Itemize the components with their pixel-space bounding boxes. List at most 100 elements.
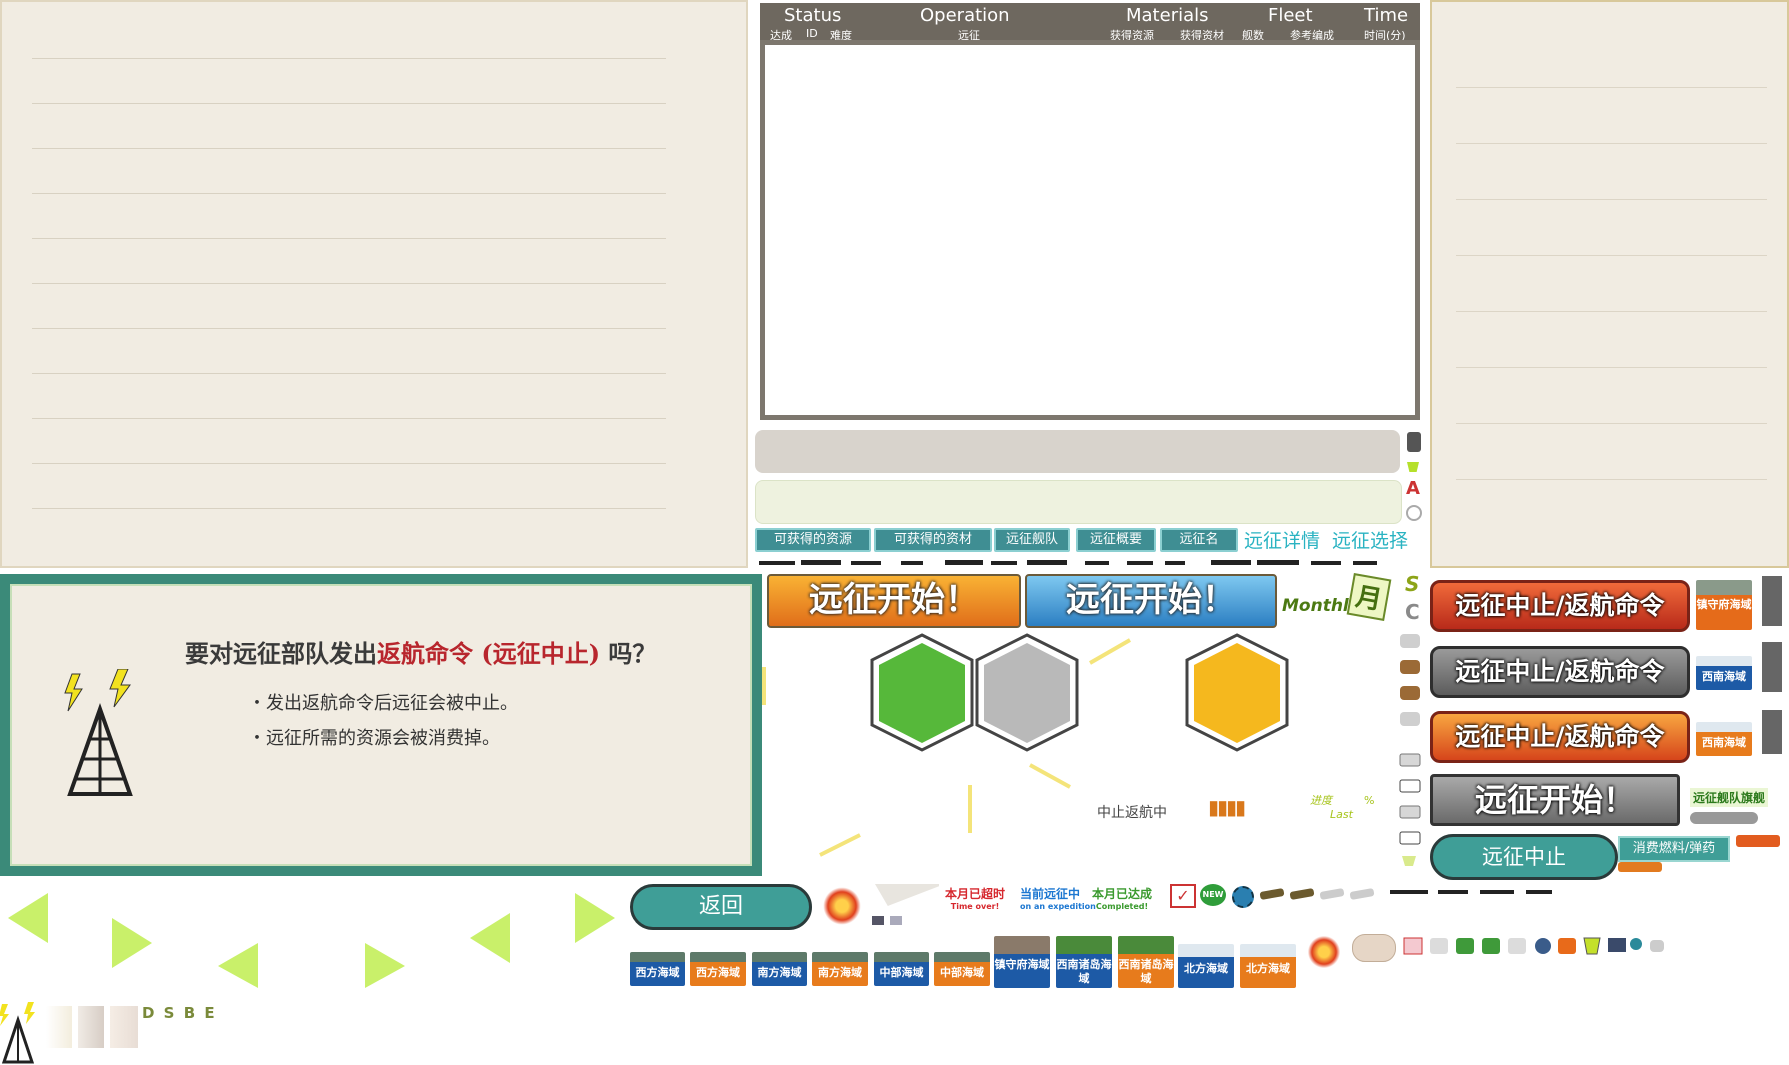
gradient-swatch-3 <box>110 1006 138 1048</box>
sea-tag-southwest-islands-active: 西南诸岛海域 <box>1118 936 1174 988</box>
sea-tag-south-active: 南方海域 <box>812 952 868 986</box>
arrow-right-icon <box>575 893 615 943</box>
sea-tag-north-active: 北方海域 <box>1240 944 1296 988</box>
detail-bar-bottom <box>755 480 1402 524</box>
header-materials: Materials <box>1126 5 1209 26</box>
link-expedition-select[interactable]: 远征选择 <box>1332 526 1408 553</box>
sea-tag-central: 中部海域 <box>874 952 929 986</box>
ammo-icons <box>1259 888 1375 900</box>
mini-window-icon <box>890 916 902 925</box>
link-expedition-details[interactable]: 远征详情 <box>1244 526 1320 553</box>
nav-arrows <box>8 893 615 988</box>
back-button[interactable]: 返回 <box>630 884 812 930</box>
dialog-line-1: ・发出返航命令后远征会被中止。 <box>248 693 518 714</box>
letter-a-icon: A <box>1406 478 1420 499</box>
explosion-icon <box>818 886 866 926</box>
returning-status-text: 中止返航中 <box>1097 805 1167 821</box>
tab-expedition-fleet[interactable]: 远征舰队 <box>994 528 1070 552</box>
badge-on-expedition: 当前远征中 on an expedition <box>1020 885 1096 911</box>
hex-orange-icon <box>1185 633 1289 752</box>
sea-tag-west: 西方海域 <box>630 952 685 986</box>
arrow-left-icon <box>218 943 258 988</box>
sea-tag-southwest-islands: 西南诸岛海域 <box>1056 936 1112 988</box>
right-paper-panel <box>1430 0 1789 568</box>
header-time: Time <box>1364 5 1409 26</box>
badge-time-over-sub: Time over! <box>950 902 1000 911</box>
gradient-swatch-1 <box>46 1006 72 1048</box>
right-sea-tag-2: 西南海域 <box>1696 722 1752 756</box>
expedition-list[interactable] <box>760 40 1420 420</box>
tab-expedition-summary[interactable]: 远征概要 <box>1076 528 1156 552</box>
badge-completed-sub: Completed! <box>1095 902 1149 911</box>
dialog-title-suffix: 吗？ <box>600 639 657 668</box>
letter-c-icon: C <box>1405 600 1420 624</box>
radio-tower-small-icon <box>0 1002 35 1064</box>
recall-button-gray[interactable]: 远征中止/返航命令 <box>1430 646 1690 698</box>
new-badge-icon: NEW <box>1200 884 1226 906</box>
fleet-silhouettes <box>1390 890 1552 894</box>
sea-tag-central-active: 中部海域 <box>934 952 990 986</box>
gear-icon <box>1232 886 1254 908</box>
tab-obtainable-resources[interactable]: 可获得的资源 <box>755 528 871 552</box>
detail-bar-top <box>755 430 1400 473</box>
paper-corner-icon <box>875 884 939 906</box>
last-label: Last <box>1330 808 1353 821</box>
arrow-left-icon <box>8 893 48 943</box>
percent-label: % <box>1364 794 1375 807</box>
ship-icon <box>1736 835 1780 847</box>
barrel-icon <box>1407 432 1421 452</box>
materials-column <box>1399 634 1421 866</box>
arrow-right-icon <box>112 918 152 968</box>
radio-tower-icon <box>64 669 133 796</box>
header-status: Status <box>784 5 842 26</box>
magnifier-icon <box>1406 505 1422 521</box>
left-paper-panel <box>0 0 748 568</box>
header-fleet: Fleet <box>1268 5 1313 26</box>
digit-sprite-icon: ▮▮▮▮ <box>1208 795 1246 819</box>
ship-icon <box>1618 862 1662 872</box>
sea-tag-west-active: 西方海域 <box>690 952 746 986</box>
dialog-title: 要对远征部队发出返航命令 (远征中止) 吗？ <box>185 634 656 669</box>
slider-dots-icon <box>1690 812 1758 824</box>
explosion-icon <box>1304 934 1344 970</box>
tab-expedition-name[interactable]: 远征名 <box>1160 528 1238 552</box>
header-operation: Operation <box>920 5 1010 26</box>
dialog-line-2: ・远征所需的资源会被消费掉。 <box>248 728 500 749</box>
hex-gray-icon <box>975 633 1079 752</box>
badge-on-expedition-sub: on an expedition <box>1020 902 1096 911</box>
expedition-list-header: Status 达成 ID 难度 Operation 远征 Materials 获… <box>760 3 1420 43</box>
dark-bar-2 <box>1762 642 1782 692</box>
badge-time-over-text: 本月已超时 <box>945 887 1006 901</box>
ship-silhouettes-row <box>759 560 1377 565</box>
bucket-icon <box>1407 462 1419 472</box>
item-icons-row <box>1403 937 1664 955</box>
gradient-swatch-2 <box>78 1006 104 1048</box>
header-status-sub-1: ID <box>806 27 818 40</box>
sea-tag-north: 北方海域 <box>1178 944 1234 988</box>
right-sea-tag-1: 西南海域 <box>1696 656 1752 690</box>
arrow-left-icon <box>470 913 510 963</box>
letter-s-icon: S <box>1405 572 1420 596</box>
ship-silhouette-icons <box>759 560 1377 565</box>
material-icons <box>1399 634 1421 866</box>
tab-obtainable-materials[interactable]: 可获得的资材 <box>874 528 992 552</box>
recall-button-red[interactable]: 远征中止/返航命令 <box>1430 580 1690 632</box>
monthly-kanji: 月 <box>1346 573 1392 621</box>
hex-green-icon <box>870 633 974 752</box>
badge-on-expedition-text: 当前远征中 <box>1020 887 1081 901</box>
rank-letters: D S B E <box>142 1004 217 1022</box>
start-button-disabled[interactable]: 远征开始！ <box>1430 774 1680 826</box>
checkbox-icon: ✓ <box>1170 884 1196 908</box>
recall-button-orange[interactable]: 远征中止/返航命令 <box>1430 711 1690 763</box>
stop-expedition-button[interactable]: 远征中止 <box>1430 834 1618 880</box>
digit-sprites: ▮▮▮▮ <box>1208 795 1246 819</box>
arrow-right-icon <box>365 943 405 988</box>
ruled-lines <box>1456 32 1767 506</box>
flagship-label: 远征舰队旗舰 <box>1690 788 1769 807</box>
dark-bar-1 <box>1762 576 1782 626</box>
dialog-title-prefix: 要对远征部队发出 <box>185 639 377 668</box>
mini-window-icon <box>872 916 884 925</box>
ruled-lines <box>32 14 666 516</box>
blank-pill-icon <box>1352 934 1396 962</box>
badge-time-over: 本月已超时 Time over! <box>945 885 1005 911</box>
